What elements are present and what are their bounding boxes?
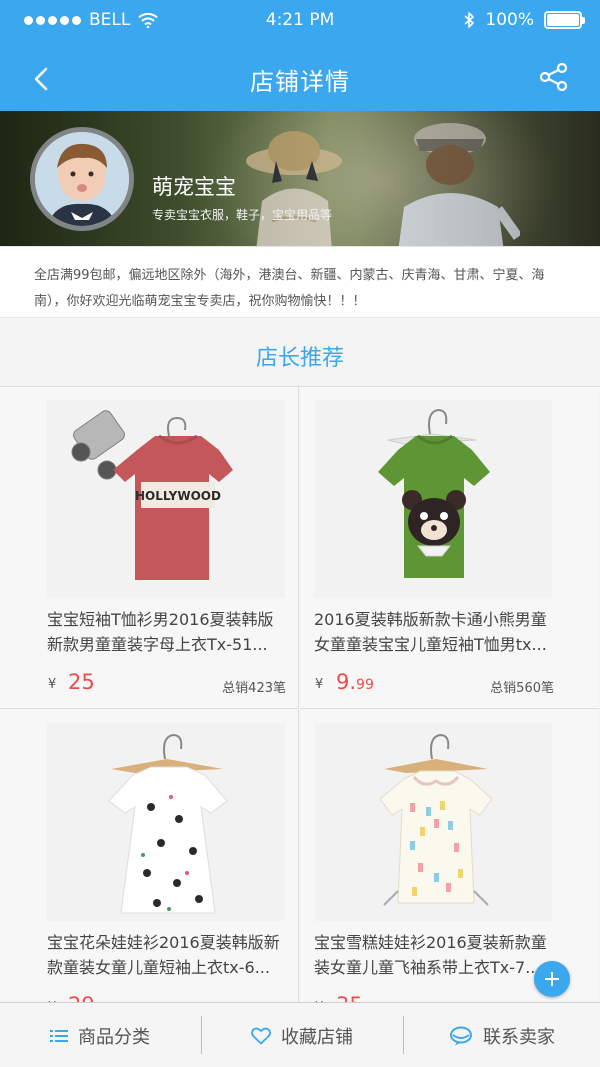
battery-icon [544,11,585,29]
currency-symbol: ¥ [315,677,324,692]
product-image [314,723,552,921]
product-sales: 总销560笔 [490,681,554,696]
shop-avatar[interactable] [30,127,134,231]
product-image: HOLLYWOOD [47,400,285,598]
chat-icon [450,1026,472,1045]
page-title: 店铺详情 [250,68,350,96]
list-icon [50,1029,68,1042]
navigation-bar: 店铺详情 [0,45,600,111]
bottom-tab-bar: 商品分类 收藏店铺 联系卖家 [0,1002,600,1067]
product-card[interactable]: 宝宝花朵娃娃衫2016夏装韩版新款童装女童儿童短袖上衣tx-6... ¥ 29 [0,710,299,1032]
tab-categories[interactable]: 商品分类 [0,1003,200,1067]
section-title: 店长推荐 [255,346,344,371]
top-bar: BELL 4:21 PM 100% 店铺详情 [0,0,600,111]
bluetooth-icon [464,12,475,28]
add-floating-button[interactable] [534,961,570,997]
tab-label: 收藏店铺 [281,1026,353,1048]
product-name: 宝宝花朵娃娃衫2016夏装韩版新款童装女童儿童短袖上衣tx-6... [47,933,280,977]
product-price: 9.99 [336,670,374,694]
product-name: 2016夏装韩版新款卡通小熊男童女童童装宝宝儿童短袖T恤男tx... [314,610,547,654]
product-card[interactable]: HOLLYWOOD 宝宝短袖T恤衫男2016夏装韩版新款男童童装字母上衣Tx-5… [0,387,299,709]
shop-notice: 全店满99包邮，偏远地区除外（海外，港澳台、新疆、内蒙古、庆青海、甘肃、宁夏、海… [0,246,600,318]
tab-label: 商品分类 [78,1026,150,1048]
tab-label: 联系卖家 [483,1026,555,1048]
status-bar: BELL 4:21 PM 100% [0,0,600,42]
heart-icon [251,1027,271,1044]
shop-description: 专卖宝宝衣服，鞋子，宝宝用品等 [152,208,333,222]
battery-label: 100% [485,10,534,30]
shop-name: 萌宠宝宝 [152,175,236,199]
avatar-photo [35,132,129,226]
currency-symbol: ¥ [48,677,57,692]
product-sales: 总销423笔 [222,681,286,696]
product-card[interactable]: 2016夏装韩版新款卡通小熊男童女童童装宝宝儿童短袖T恤男tx... ¥ 9.9… [300,387,599,709]
product-image [47,723,285,921]
product-name: 宝宝雪糕娃娃衫2016夏装新款童装女童儿童飞袖系带上衣Tx-7... [314,933,547,977]
tab-favorite-shop[interactable]: 收藏店铺 [202,1003,402,1067]
share-icon[interactable] [538,61,570,93]
product-grid: HOLLYWOOD 宝宝短袖T恤衫男2016夏装韩版新款男童童装字母上衣Tx-5… [0,386,600,1032]
product-price: 25 [68,670,95,694]
product-name: 宝宝短袖T恤衫男2016夏装韩版新款男童童装字母上衣Tx-51... [47,610,274,654]
shop-banner: 萌宠宝宝 专卖宝宝衣服，鞋子，宝宝用品等 [0,111,600,246]
shop-detail-page: BELL 4:21 PM 100% 店铺详情 萌宠宝宝 专卖宝宝衣服，鞋子，宝宝… [0,0,600,1067]
product-image [314,400,552,598]
tab-contact-seller[interactable]: 联系卖家 [404,1003,600,1067]
svg-text:HOLLYWOOD: HOLLYWOOD [135,489,221,503]
